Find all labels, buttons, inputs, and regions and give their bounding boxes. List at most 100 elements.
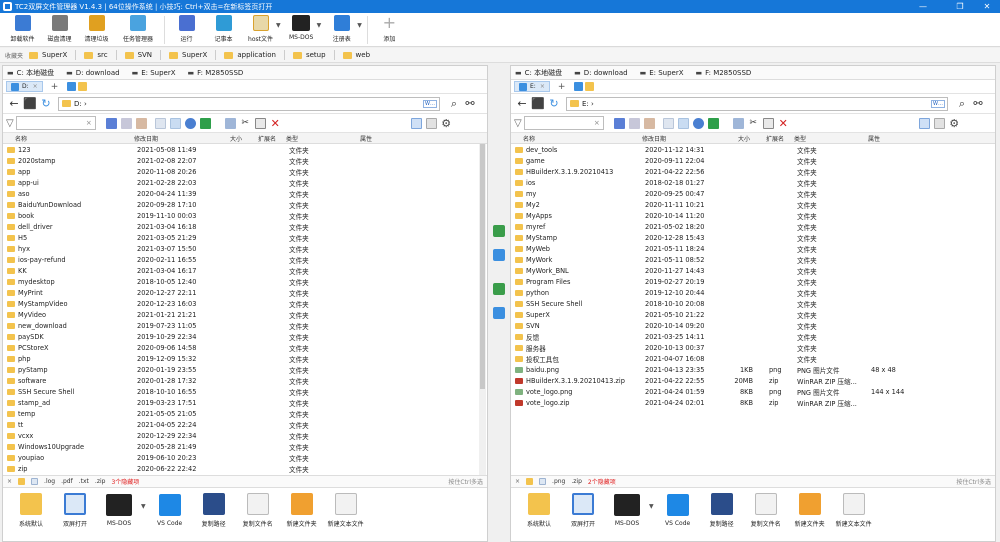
new-folder-button[interactable]: 新建文件夹 — [788, 493, 832, 528]
table-row[interactable]: app-ui 2021-02-28 22:03 文件夹 — [3, 177, 487, 188]
grid-view-icon[interactable] — [169, 117, 181, 129]
tab-shortcut-icon[interactable] — [67, 82, 77, 91]
table-row[interactable]: My2 2020-11-11 10:21 文件夹 — [511, 199, 995, 210]
tab-shortcut-icon[interactable] — [78, 82, 88, 91]
settings-gear-icon[interactable]: ⚙ — [949, 118, 960, 129]
info-icon[interactable] — [692, 117, 704, 129]
icon-view-icon[interactable] — [933, 117, 945, 129]
column-type[interactable]: 类型 — [784, 134, 860, 143]
table-row[interactable]: new_download 2019-07-23 11:05 文件夹 — [3, 320, 487, 331]
drive-d[interactable]: ▬ D: download — [66, 69, 119, 77]
tab-shortcut-icon[interactable] — [585, 82, 595, 91]
column-type[interactable]: 类型 — [276, 134, 352, 143]
ext-chip[interactable]: .zip — [95, 478, 106, 485]
table-row[interactable]: ios 2018-02-18 01:27 文件夹 — [511, 177, 995, 188]
close-tab-icon[interactable]: × — [33, 83, 38, 90]
ms-dos-bottom-button[interactable]: MS-DOS — [97, 494, 141, 527]
copy-filename-button[interactable]: 复制文件名 — [744, 493, 788, 528]
search-icon[interactable]: ⌕ — [446, 96, 462, 112]
minimize-button[interactable]: — — [910, 0, 936, 13]
ext-chip[interactable]: .txt — [79, 478, 89, 485]
sort-az-icon[interactable] — [105, 117, 117, 129]
favorite-item[interactable]: SuperX — [169, 50, 217, 60]
notepad-button[interactable]: 记事本 — [205, 13, 242, 47]
drive-c[interactable]: ▬ C: 本地磁盘 — [515, 68, 562, 78]
table-row[interactable]: BaiduYunDownload 2020-09-28 17:10 文件夹 — [3, 199, 487, 210]
table-row[interactable]: paySDK 2019-10-29 22:34 文件夹 — [3, 331, 487, 342]
filter-icon[interactable]: ▽ — [6, 118, 14, 129]
ext-chip[interactable]: .log — [44, 478, 55, 485]
table-row[interactable]: 123 2021-05-08 11:49 文件夹 — [3, 144, 487, 155]
disk-cleanup-button[interactable]: 磁盘清理 — [41, 13, 78, 47]
new-text-file-button[interactable]: 新建文本文件 — [832, 493, 876, 528]
favorite-item[interactable]: src — [84, 50, 117, 60]
move-to-right-icon[interactable] — [493, 249, 505, 261]
close-button[interactable]: ✕ — [974, 0, 1000, 13]
ms-dos-bottom-button[interactable]: MS-DOS — [605, 494, 649, 527]
table-row[interactable]: MyStamp 2020-12-28 15:43 文件夹 — [511, 232, 995, 243]
table-row[interactable]: 投权工具包 2021-04-07 16:08 文件夹 — [511, 353, 995, 364]
table-row[interactable]: stamp_ad 2019-03-23 17:51 文件夹 — [3, 397, 487, 408]
file-filter-icon[interactable] — [539, 478, 547, 485]
table-row[interactable]: HBuilderX.3.1.9.20210413 2021-04-22 22:56… — [511, 166, 995, 177]
table-row[interactable]: PCStoreX 2020-09-06 14:58 文件夹 — [3, 342, 487, 353]
new-tab-button[interactable]: + — [51, 82, 59, 92]
copy-icon[interactable] — [732, 117, 744, 129]
filter-input[interactable]: × — [523, 116, 604, 130]
refresh-icon[interactable]: ↻ — [38, 96, 54, 112]
delete-icon[interactable]: ✕ — [778, 118, 789, 129]
table-row[interactable]: MyWork_BNL 2020-11-27 14:43 文件夹 — [511, 265, 995, 276]
dual-open-button[interactable]: 双屏打开 — [561, 493, 605, 528]
sort-az-icon[interactable] — [613, 117, 625, 129]
table-row[interactable]: zip 2020-06-22 22:42 文件夹 — [3, 463, 487, 474]
table-row[interactable]: youpiao 2019-06-10 20:23 文件夹 — [3, 452, 487, 463]
table-row[interactable]: SVN 2020-10-14 09:20 文件夹 — [511, 320, 995, 331]
table-row[interactable]: vcxx 2020-12-29 22:34 文件夹 — [3, 430, 487, 441]
close-tab-icon[interactable]: × — [540, 83, 545, 90]
tool-icon[interactable] — [628, 117, 640, 129]
table-row[interactable]: MyWork 2021-05-11 08:52 文件夹 — [511, 254, 995, 265]
tool-icon[interactable] — [120, 117, 132, 129]
copy-filename-button[interactable]: 复制文件名 — [236, 493, 280, 528]
drive-c[interactable]: ▬ C: 本地磁盘 — [7, 68, 54, 78]
filter-input[interactable]: × — [15, 116, 96, 130]
table-row[interactable]: ios-pay-refund 2020-02-11 16:55 文件夹 — [3, 254, 487, 265]
table-row[interactable]: SuperX 2021-05-10 21:22 文件夹 — [511, 309, 995, 320]
clean-junk-button[interactable]: 清理垃圾 — [78, 13, 115, 47]
ext-chip[interactable]: .zip — [571, 478, 582, 485]
home-icon[interactable]: ⬛ — [530, 96, 546, 112]
table-row[interactable]: MyVideo 2021-01-21 21:21 文件夹 — [3, 309, 487, 320]
column-name[interactable]: 名称 — [3, 134, 134, 143]
binoculars-icon[interactable]: ⚯ — [970, 96, 986, 112]
table-row[interactable]: mydesktop 2018-10-05 12:40 文件夹 — [3, 276, 487, 287]
table-row[interactable]: temp 2021-05-05 21:05 文件夹 — [3, 408, 487, 419]
back-icon[interactable]: ← — [6, 96, 22, 112]
table-row[interactable]: myref 2021-05-02 18:20 文件夹 — [511, 221, 995, 232]
folder-filter-icon[interactable] — [526, 478, 534, 485]
tab-d[interactable]: D: × — [6, 81, 43, 92]
system-default-button[interactable]: 系统默认 — [517, 493, 561, 528]
uninstall-button[interactable]: 卸载软件 — [4, 13, 41, 47]
table-row[interactable]: MyStampVideo 2020-12-23 16:03 文件夹 — [3, 298, 487, 309]
table-row[interactable]: Windows10Upgrade 2020-05-28 21:49 文件夹 — [3, 441, 487, 452]
tab-shortcut-icon[interactable] — [574, 82, 584, 91]
copy-path-button[interactable]: 复制路径 — [192, 493, 236, 528]
copy-to-right-icon[interactable] — [493, 225, 505, 237]
column-prop[interactable]: 属性 — [860, 134, 950, 143]
column-date[interactable]: 修改日期 — [134, 134, 198, 143]
new-text-file-button[interactable]: 新建文本文件 — [324, 493, 368, 528]
address-bar[interactable]: D: › W… — [58, 96, 440, 111]
drive-e[interactable]: ▬ E: SuperX — [132, 69, 176, 77]
table-row[interactable]: Program Files 2019-02-27 20:19 文件夹 — [511, 276, 995, 287]
system-default-button[interactable]: 系统默认 — [9, 493, 53, 528]
tool-icon[interactable] — [135, 117, 147, 129]
table-row[interactable]: 2020stamp 2021-02-08 22:07 文件夹 — [3, 155, 487, 166]
table-row[interactable]: MyApps 2020-10-14 11:20 文件夹 — [511, 210, 995, 221]
table-row[interactable]: dell_driver 2021-03-04 16:18 文件夹 — [3, 221, 487, 232]
column-size[interactable]: 大小 — [198, 134, 244, 143]
scrollbar[interactable] — [479, 144, 486, 475]
table-row[interactable]: app 2020-11-08 20:26 文件夹 — [3, 166, 487, 177]
detail-view-icon[interactable] — [918, 117, 930, 129]
drive-f[interactable]: ▬ F: M2850SSD — [696, 69, 752, 77]
table-row[interactable]: HBuilderX.3.1.9.20210413.zip 2021-04-22 2… — [511, 375, 995, 386]
